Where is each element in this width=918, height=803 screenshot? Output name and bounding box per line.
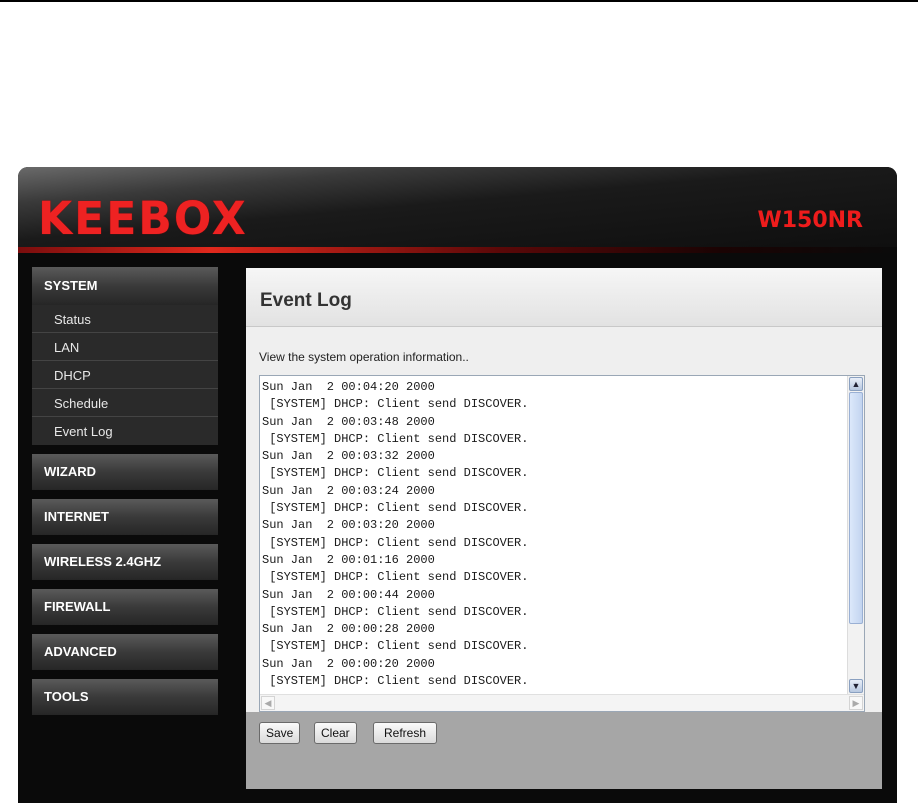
refresh-button[interactable]: Refresh xyxy=(373,722,437,744)
log-line: Sun Jan 2 00:00:44 2000 xyxy=(262,587,435,602)
log-line: [SYSTEM] DHCP: Client send DISCOVER. xyxy=(262,535,529,550)
log-line: [SYSTEM] DHCP: Client send DISCOVER. xyxy=(262,639,529,654)
sidebar-section-system[interactable]: SYSTEM xyxy=(32,267,218,305)
content-area: Event Log View the system operation info… xyxy=(246,268,882,712)
horizontal-scrollbar[interactable]: ◀ ▶ xyxy=(260,694,864,711)
header-bar: KEEBOX W150NR xyxy=(18,167,897,253)
sidebar-section-wizard[interactable]: WIZARD xyxy=(32,454,218,490)
scroll-down-icon[interactable]: ▼ xyxy=(849,679,863,693)
content-panel: Event Log View the system operation info… xyxy=(246,268,882,789)
log-line: [SYSTEM] DHCP: Client send DISCOVER. xyxy=(262,501,529,516)
scroll-right-icon[interactable]: ▶ xyxy=(849,696,863,710)
vertical-scroll-thumb[interactable] xyxy=(849,392,863,624)
log-line: [SYSTEM] DHCP: Client send DISCOVER. xyxy=(262,431,529,446)
sidebar-section-internet[interactable]: INTERNET xyxy=(32,499,218,535)
log-line: Sun Jan 2 00:00:20 2000 xyxy=(262,656,435,671)
log-line: Sun Jan 2 00:03:20 2000 xyxy=(262,518,435,533)
sidebar-item-status[interactable]: Status xyxy=(32,305,218,333)
log-line: Sun Jan 2 00:01:16 2000 xyxy=(262,552,435,567)
router-admin-panel: KEEBOX W150NR SYSTEM Status LAN DHCP Sch… xyxy=(18,167,897,803)
log-line: Sun Jan 2 00:03:48 2000 xyxy=(262,414,435,429)
sidebar-section-advanced[interactable]: ADVANCED xyxy=(32,634,218,670)
sidebar-section-firewall[interactable]: FIREWALL xyxy=(32,589,218,625)
sidebar-nav: SYSTEM Status LAN DHCP Schedule Event Lo… xyxy=(32,267,218,715)
event-log-text: Sun Jan 2 00:04:20 2000 [SYSTEM] DHCP: C… xyxy=(262,379,848,692)
sidebar-item-dhcp[interactable]: DHCP xyxy=(32,361,218,389)
event-log-textarea[interactable]: Sun Jan 2 00:04:20 2000 [SYSTEM] DHCP: C… xyxy=(259,375,865,712)
system-submenu: Status LAN DHCP Schedule Event Log xyxy=(32,305,218,445)
title-bar: Event Log xyxy=(246,268,882,327)
log-line: [SYSTEM] DHCP: Client send DISCOVER. xyxy=(262,570,529,585)
page-description: View the system operation information.. xyxy=(259,350,469,364)
page-title: Event Log xyxy=(260,290,352,311)
brand-logo: KEEBOX xyxy=(38,192,248,245)
header-red-band xyxy=(18,247,897,253)
log-line: Sun Jan 2 00:00:28 2000 xyxy=(262,622,435,637)
sidebar-section-tools[interactable]: TOOLS xyxy=(32,679,218,715)
log-line: [SYSTEM] DHCP: Client send DISCOVER. xyxy=(262,674,529,689)
scroll-left-icon[interactable]: ◀ xyxy=(261,696,275,710)
save-button[interactable]: Save xyxy=(259,722,301,744)
sidebar-item-schedule[interactable]: Schedule xyxy=(32,389,218,417)
vertical-scrollbar[interactable]: ▲ ▼ xyxy=(847,376,864,694)
sidebar-item-event-log[interactable]: Event Log xyxy=(32,417,218,445)
scroll-up-icon[interactable]: ▲ xyxy=(849,377,863,391)
sidebar-section-wireless[interactable]: WIRELESS 2.4GHZ xyxy=(32,544,218,580)
log-line: Sun Jan 2 00:04:20 2000 xyxy=(262,380,435,394)
clear-button[interactable]: Clear xyxy=(314,722,357,744)
top-divider-line xyxy=(0,0,918,2)
model-name: W150NR xyxy=(757,208,863,233)
log-line: [SYSTEM] DHCP: Client send DISCOVER. xyxy=(262,397,529,412)
log-line: [SYSTEM] DHCP: Client send DISCOVER. xyxy=(262,466,529,481)
log-line: Sun Jan 2 00:03:32 2000 xyxy=(262,449,435,464)
log-line: [SYSTEM] DHCP: Client send DISCOVER. xyxy=(262,604,529,619)
log-line: Sun Jan 2 00:03:24 2000 xyxy=(262,483,435,498)
sidebar-item-lan[interactable]: LAN xyxy=(32,333,218,361)
